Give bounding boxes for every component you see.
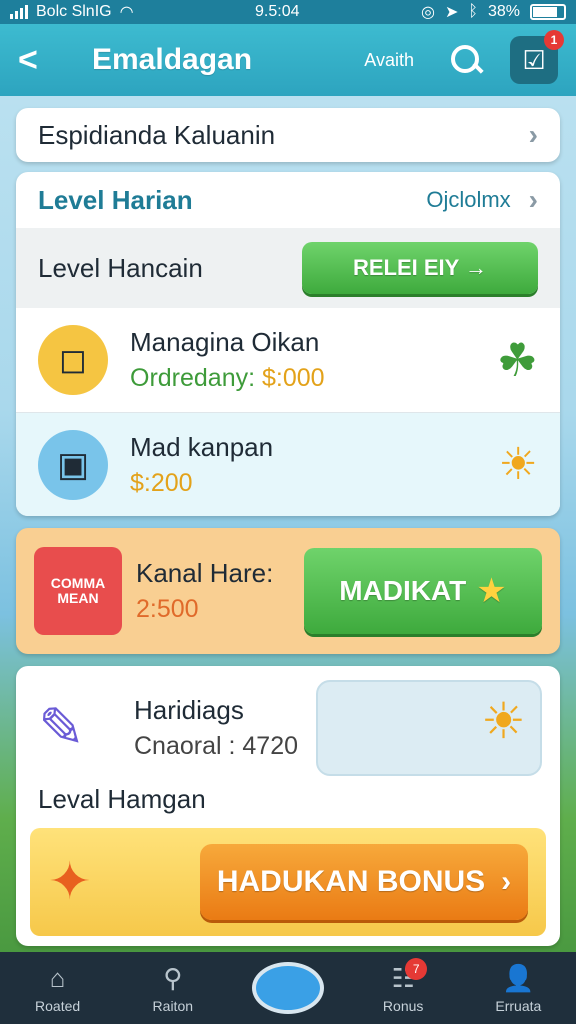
promo-badge-icon: COMMA MEAN <box>34 547 122 635</box>
back-arrow-icon[interactable]: < <box>18 41 62 80</box>
star-character-icon: ✦ <box>48 853 92 911</box>
monster-icon: ☘ <box>496 334 538 386</box>
row-label: Level Hancain <box>38 252 203 283</box>
promo-card: COMMA MEAN Kanal Hare: 2:500 MADIKAT ★ <box>16 528 560 654</box>
bonus-label: HADUKAN BONUS <box>216 865 486 898</box>
header-link[interactable]: Avaith <box>364 50 414 71</box>
notes-button[interactable]: ☑ 1 <box>510 30 564 84</box>
ice-panel-image: ☀ <box>316 680 542 776</box>
row-label: Level Harian <box>38 184 193 215</box>
clock: 9.5:04 <box>255 3 300 20</box>
carrier-label: Bolc SlnIG <box>36 3 112 20</box>
bonus-badge: 7 <box>405 958 428 980</box>
nav-bonus[interactable]: ☷ 7 Ronus <box>353 958 453 1014</box>
puzzle-tools-icon: ✎ <box>38 696 85 759</box>
nav-label: Roated <box>35 998 81 1014</box>
dice-character-icon: ◻ <box>38 325 108 395</box>
search-icon[interactable] <box>448 42 484 78</box>
item-name: Mad kanpan <box>130 431 274 462</box>
list-item[interactable]: ▣ Mad kanpan $:200 ☀ <box>16 412 560 516</box>
item-sub-value: $:000 <box>262 364 325 392</box>
madikat-button[interactable]: MADIKAT ★ <box>304 548 542 634</box>
star-icon: ★ <box>476 572 507 610</box>
alarm-icon: ◎ <box>420 4 435 21</box>
bluetooth-icon: ᛒ <box>468 3 478 20</box>
nav-label: Ronus <box>382 998 424 1014</box>
level-harian-row[interactable]: Level Harian Ojclolmx › <box>16 172 560 228</box>
nav-profile[interactable]: 👤 Erruata <box>468 962 568 1015</box>
chevron-right-icon: › <box>528 184 538 215</box>
item-sub-label: Ordredany: <box>130 364 256 392</box>
feature-sub: Cnaoral : 4720 <box>134 732 299 760</box>
battery-icon <box>530 4 566 20</box>
list-item[interactable]: ◻ Managina Oikan Ordredany: $:000 ☘ <box>16 308 560 412</box>
nav-center[interactable] <box>238 962 338 1014</box>
item-sub-value: $:200 <box>130 468 193 497</box>
feature-caption: Leval Hamgan <box>38 784 206 814</box>
madikat-label: MADIKAT <box>339 575 467 606</box>
level-card: Level Harian Ojclolmx › Level Hancain RE… <box>16 172 560 516</box>
page-title: Emaldagan <box>92 43 253 76</box>
feature-name: Haridiags <box>134 695 244 725</box>
item-name: Managina Oikan <box>130 327 320 357</box>
chevron-right-icon: › <box>528 119 538 150</box>
signal-icon <box>10 5 28 19</box>
bonus-banner: ✦ HADUKAN BONUS › <box>30 828 546 936</box>
center-action-button[interactable] <box>251 962 324 1014</box>
app-header: < Emaldagan Avaith ☑ 1 <box>0 24 576 96</box>
chevron-right-icon: › <box>501 865 512 898</box>
menu-row-1[interactable]: Espidianda Kaluanin › <box>16 108 560 162</box>
sun-leaf-icon: ☀ <box>498 440 538 489</box>
battery-percent: 38% <box>487 3 520 20</box>
nav-label: Erruata <box>495 998 542 1014</box>
bottom-nav: ⌂ Roated ⚲ Raiton ☷ 7 Ronus 👤 Erruata <box>0 952 576 1024</box>
user-icon: 👤 <box>502 962 535 993</box>
notebook-icon: ▣ <box>38 429 108 500</box>
wifi-icon: ◠ <box>119 4 134 21</box>
location-icon: ➤ <box>444 4 459 21</box>
notification-badge: 1 <box>544 30 564 50</box>
row-value: Ojclolmx <box>426 187 511 212</box>
nav-label: Raiton <box>152 998 194 1014</box>
home-icon: ⌂ <box>49 962 66 993</box>
status-bar: Bolc SlnIG ◠ 9.5:04 ◎ ➤ ᛒ 38% <box>0 0 576 24</box>
row-label: Espidianda Kaluanin <box>38 119 276 150</box>
level-hancain-row: Level Hancain RELEI EIY → <box>16 228 560 308</box>
smiling-sun-icon: ☀ <box>481 693 526 749</box>
nav-home[interactable]: ⌂ Roated <box>8 962 108 1015</box>
promo-name: Kanal Hare: <box>136 558 274 588</box>
checklist-icon: ☑ <box>522 44 546 75</box>
nav-search[interactable]: ⚲ Raiton <box>123 962 223 1015</box>
search-icon: ⚲ <box>163 962 183 993</box>
relei-button[interactable]: RELEI EIY → <box>302 242 538 294</box>
promo-value: 2:500 <box>136 595 199 623</box>
bonus-button[interactable]: HADUKAN BONUS › <box>200 844 528 920</box>
feature-card: ✎ Haridiags Cnaoral : 4720 ☀ Leval Hamga… <box>16 666 560 946</box>
